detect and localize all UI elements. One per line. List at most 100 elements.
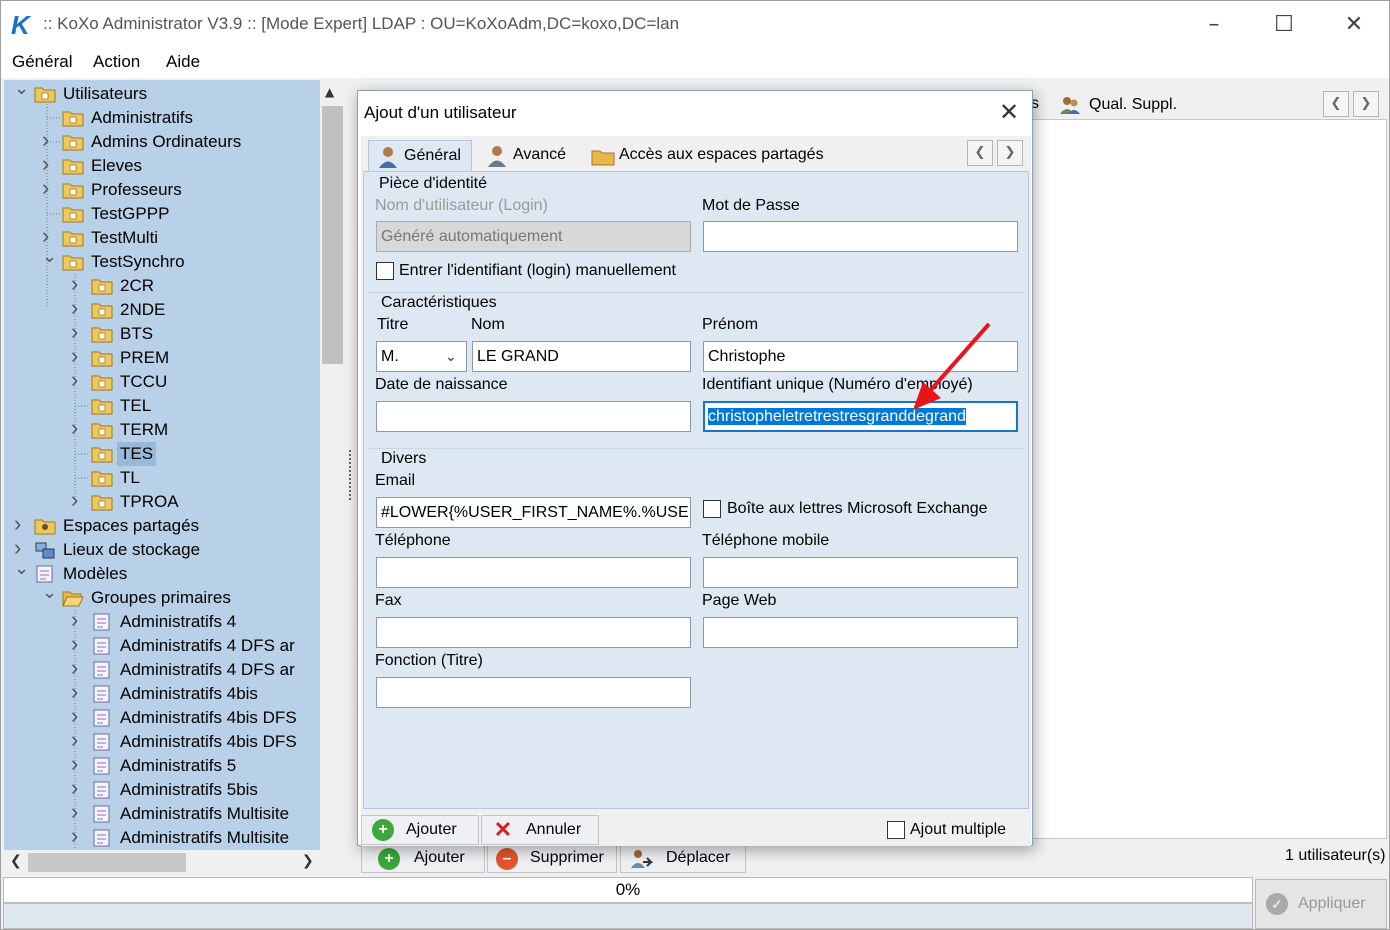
menu-aide[interactable]: Aide: [166, 52, 200, 72]
add-user-dialog: Ajout d'un utilisateur ✕ Général Avancé: [357, 90, 1033, 846]
folder-icon: [91, 493, 113, 511]
chevron-right-icon[interactable]: ›: [71, 704, 85, 728]
scroll-left-icon[interactable]: ❮: [10, 853, 22, 869]
menu-general[interactable]: Général: [12, 52, 72, 72]
tree-item-label: Administratifs 4bis DFS: [120, 732, 297, 751]
chevron-right-icon[interactable]: ›: [71, 656, 85, 680]
email-field[interactable]: #LOWER{%USER_FIRST_NAME%.%USE: [376, 497, 691, 528]
tab-shared-spaces[interactable]: Accès aux espaces partagés: [589, 140, 839, 172]
tab-general[interactable]: Général: [368, 140, 472, 172]
folder-open-icon: [62, 589, 84, 607]
storage-icon: [34, 541, 56, 559]
multiple-add-checkbox[interactable]: [887, 821, 905, 839]
manual-login-checkbox[interactable]: [376, 262, 394, 280]
tree-item-label: Administratifs 4 DFS ar: [120, 636, 295, 655]
login-field: Généré automatiquement: [376, 221, 691, 252]
folder-icon: [62, 133, 84, 151]
tab-qual-suppl[interactable]: Qual. Suppl.: [1089, 96, 1177, 114]
password-field[interactable]: [703, 221, 1018, 252]
add-button-label: Ajouter: [414, 849, 465, 866]
chevron-down-icon[interactable]: ⌄: [445, 342, 457, 371]
tree-item-label: Administratifs 5: [120, 756, 237, 775]
navigation-tree: ⌄ Utilisateurs Administratifs › Admins Ordin…: [4, 80, 320, 850]
apply-button[interactable]: ✓ Appliquer: [1255, 879, 1387, 929]
app-window: K :: KoXo Administrator V3.9 :: [Mode Ex…: [0, 0, 1390, 930]
chevron-right-icon[interactable]: ›: [71, 680, 85, 704]
tree-item-label: TL: [120, 468, 140, 487]
add-button-back[interactable]: + Ajouter: [361, 843, 485, 873]
chevron-right-icon[interactable]: ›: [71, 776, 85, 800]
template-icon: [91, 709, 113, 727]
chevron-down-icon[interactable]: ⌄: [14, 80, 29, 100]
mobile-field[interactable]: [703, 557, 1018, 588]
web-field[interactable]: [703, 617, 1018, 648]
chevron-down-icon[interactable]: ⌄: [42, 244, 57, 268]
chevron-right-icon[interactable]: ›: [71, 368, 85, 392]
title-select[interactable]: M. ⌄: [376, 341, 467, 372]
chevron-right-icon[interactable]: ›: [71, 272, 85, 296]
tree-horizontal-scrollbar[interactable]: ❮ ❯: [4, 850, 345, 875]
dialog-add-button[interactable]: + Ajouter: [361, 815, 479, 845]
scroll-right-icon[interactable]: ❯: [302, 853, 314, 869]
chevron-right-icon[interactable]: ›: [71, 632, 85, 656]
close-button[interactable]: ✕: [1319, 1, 1389, 48]
hscroll-thumb[interactable]: [28, 853, 186, 872]
scroll-thumb[interactable]: [322, 106, 343, 364]
splitter-grip[interactable]: [349, 450, 351, 500]
dialog-tab-prev-button[interactable]: ❮: [967, 140, 993, 166]
dialog-cancel-button[interactable]: ✕ Annuler: [481, 815, 599, 845]
tree-item-label: Administratifs 4bis: [120, 684, 258, 703]
tab-next-button[interactable]: ❯: [1353, 91, 1379, 117]
template-icon: [91, 733, 113, 751]
chevron-right-icon[interactable]: ›: [71, 488, 85, 512]
web-label: Page Web: [702, 592, 777, 609]
folder-icon: [62, 253, 84, 271]
phone-field[interactable]: [376, 557, 691, 588]
delete-button[interactable]: – Supprimer: [487, 843, 617, 873]
tab-avance[interactable]: Avancé: [483, 140, 583, 172]
chevron-right-icon[interactable]: ›: [71, 416, 85, 440]
chevron-right-icon[interactable]: ›: [71, 320, 85, 344]
birthdate-field[interactable]: [376, 401, 691, 432]
folder-icon: [62, 205, 84, 223]
folder-icon: [91, 349, 113, 367]
chevron-right-icon[interactable]: ›: [71, 800, 85, 824]
tree-vertical-scrollbar[interactable]: ▲: [320, 80, 345, 850]
dialog-tab-next-button[interactable]: ❯: [997, 140, 1023, 166]
identity-section-title: Pièce d'identité: [379, 175, 488, 192]
chevron-right-icon[interactable]: ›: [71, 344, 85, 368]
tree-item-label: Espaces partagés: [63, 516, 200, 535]
tab-general-label: Général: [404, 147, 461, 164]
chevron-down-icon[interactable]: ⌄: [42, 580, 57, 604]
move-button[interactable]: Déplacer: [620, 843, 746, 873]
maximize-button[interactable]: ☐: [1249, 1, 1319, 48]
folder-icon: [91, 373, 113, 391]
function-field[interactable]: [376, 677, 691, 708]
chevron-right-icon[interactable]: ›: [42, 128, 56, 152]
menu-action[interactable]: Action: [93, 52, 140, 72]
chevron-right-icon[interactable]: ›: [71, 752, 85, 776]
chevron-right-icon[interactable]: ›: [42, 152, 56, 176]
chevron-right-icon[interactable]: ›: [71, 608, 85, 632]
chevron-right-icon[interactable]: ›: [71, 296, 85, 320]
tree-item-label: Professeurs: [91, 180, 182, 199]
name-field[interactable]: LE GRAND: [472, 341, 691, 372]
window-title: :: KoXo Administrator V3.9 :: [Mode Expe…: [43, 14, 680, 33]
chevron-right-icon[interactable]: ›: [14, 512, 28, 536]
minimize-button[interactable]: –: [1179, 1, 1249, 48]
fax-field[interactable]: [376, 617, 691, 648]
chevron-right-icon[interactable]: ›: [71, 824, 85, 848]
tree-item-label: Administratifs Multisite: [120, 804, 290, 823]
tree-item-label: Administratifs 4: [120, 612, 237, 631]
dialog-close-button[interactable]: ✕: [994, 97, 1024, 127]
scroll-up-icon[interactable]: ▲: [325, 85, 334, 99]
tab-prev-button[interactable]: ❮: [1323, 91, 1349, 117]
dialog-add-label: Ajouter: [406, 821, 457, 838]
chevron-right-icon[interactable]: ›: [71, 728, 85, 752]
tree-item-label: 2NDE: [120, 300, 166, 319]
exchange-checkbox[interactable]: [703, 500, 721, 518]
title-select-value: M.: [381, 348, 399, 365]
chevron-down-icon[interactable]: ⌄: [14, 556, 29, 580]
chevron-right-icon[interactable]: ›: [42, 176, 56, 200]
cancel-icon: ✕: [493, 817, 513, 842]
